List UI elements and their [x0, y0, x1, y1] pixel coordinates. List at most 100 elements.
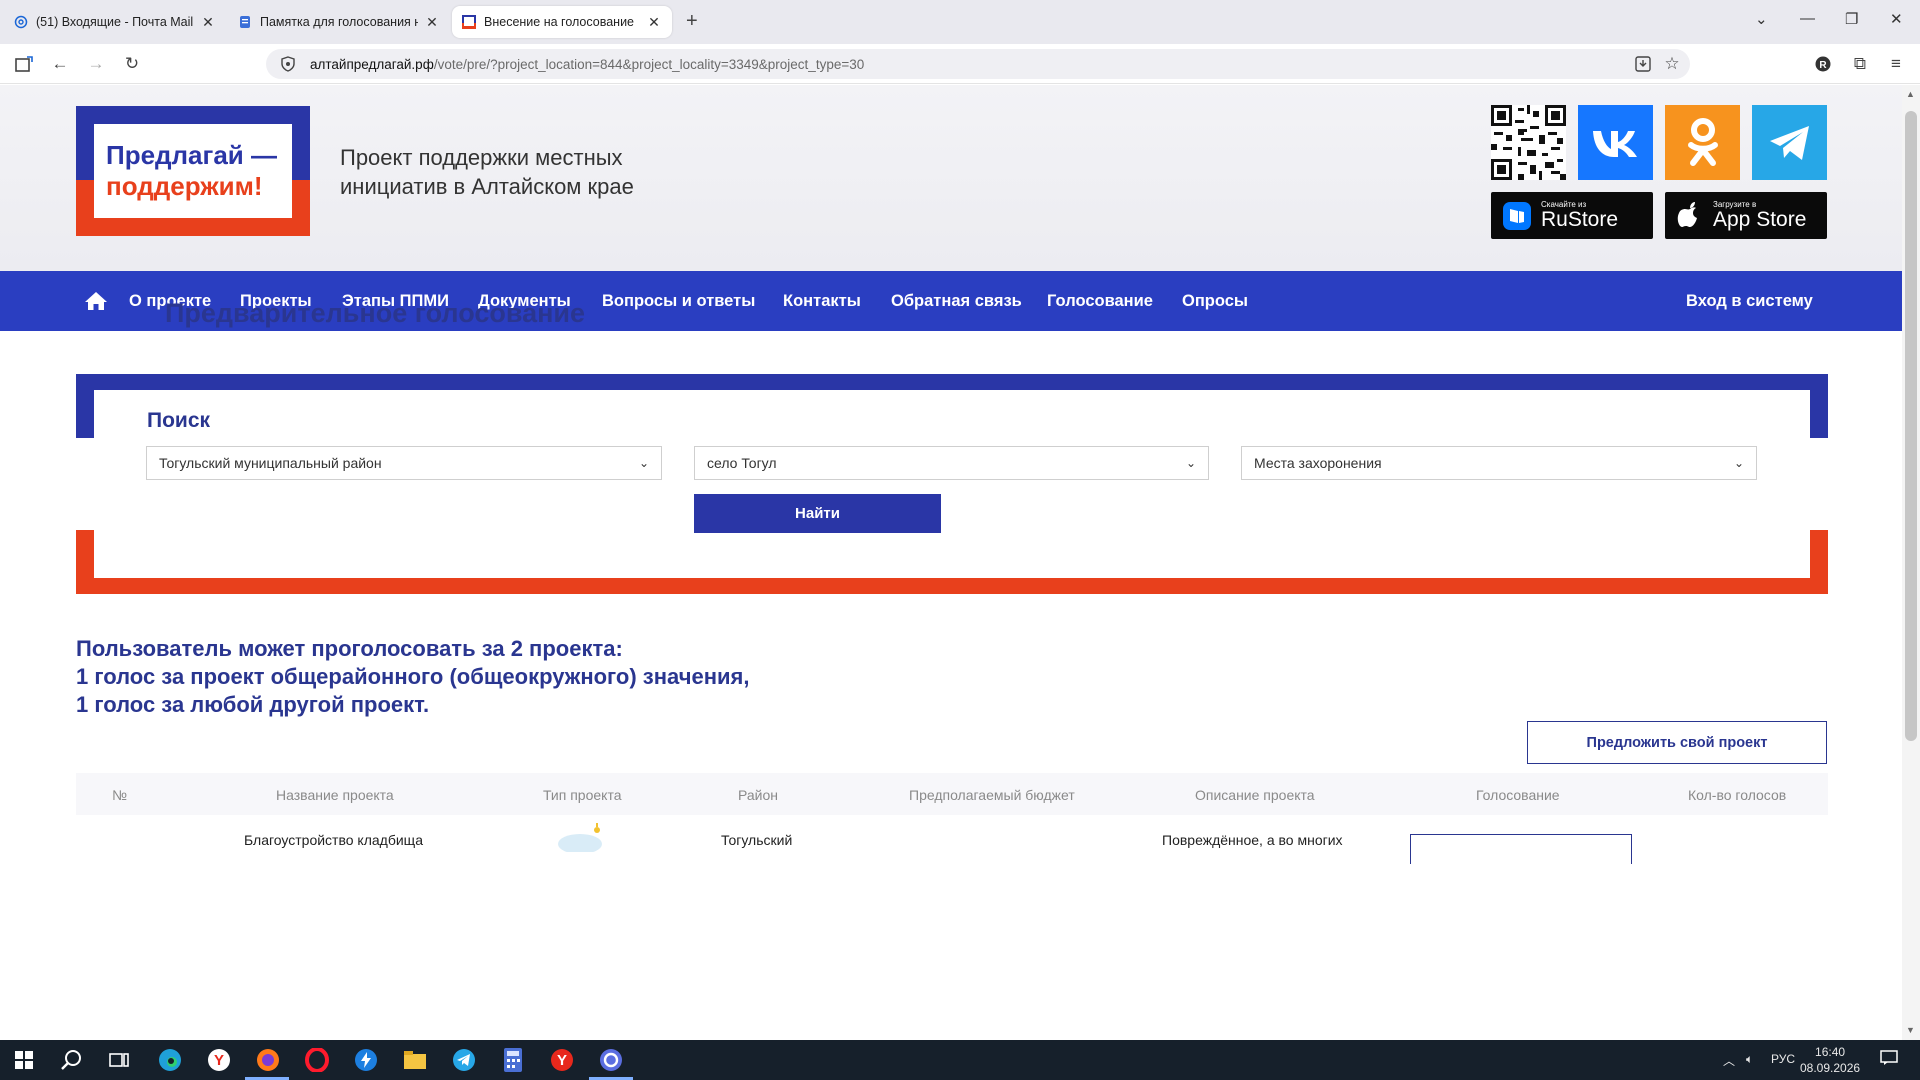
- rustore-big-text: RuStore: [1541, 208, 1619, 231]
- calculator-icon[interactable]: [500, 1048, 526, 1072]
- district-select-value: Тогульский муниципальный район: [159, 455, 382, 471]
- extensions-icon[interactable]: ⧉: [1848, 52, 1872, 76]
- column-voting: Голосование: [1476, 787, 1560, 803]
- locality-select[interactable]: село Тогул ⌄: [694, 446, 1209, 480]
- messenger-app-icon[interactable]: [598, 1048, 624, 1072]
- project-type-image-icon: [558, 823, 602, 852]
- tab-voting[interactable]: Внесение на голосование ✕: [452, 6, 672, 38]
- column-vote-count: Кол-во голосов: [1688, 787, 1787, 803]
- vk-button[interactable]: [1578, 105, 1653, 180]
- logo-line1: Предлагай —: [106, 140, 278, 170]
- find-button[interactable]: Найти: [694, 494, 941, 533]
- yandex-browser-icon[interactable]: Y: [206, 1048, 232, 1072]
- scroll-up-icon[interactable]: ▲: [1906, 89, 1915, 99]
- scroll-thumb[interactable]: [1905, 111, 1917, 741]
- url-path: /vote/pre/?project_location=844&project_…: [433, 56, 865, 72]
- firefox-icon[interactable]: [255, 1048, 281, 1072]
- close-window-icon[interactable]: ✕: [1890, 10, 1903, 28]
- menu-icon[interactable]: ≡: [1884, 52, 1908, 76]
- yandex-app-icon[interactable]: Y: [549, 1048, 575, 1072]
- chevron-down-icon: ⌄: [638, 456, 649, 470]
- apple-icon: [1677, 201, 1697, 227]
- telegram-button[interactable]: [1752, 105, 1827, 180]
- nav-feedback[interactable]: Обратная связь: [891, 292, 1022, 311]
- vk-icon: [1592, 130, 1637, 157]
- site-tagline: Проект поддержки местных инициатив в Алт…: [340, 143, 634, 201]
- forward-arrow-icon[interactable]: →: [84, 52, 108, 76]
- row1-district: Тогульский: [721, 832, 793, 848]
- column-number: №: [112, 787, 128, 803]
- restore-icon[interactable]: ❐: [1845, 10, 1858, 28]
- tagline-line2: инициатив в Алтайском крае: [340, 174, 634, 199]
- site-header: Предлагай — поддержим! Проект поддержки …: [0, 85, 1902, 271]
- logo-line2: поддержим!: [106, 171, 263, 201]
- tab-list-chevron-icon[interactable]: ⌄: [1755, 10, 1768, 28]
- rustore-button[interactable]: Скачайте из RuStore: [1491, 192, 1653, 239]
- appstore-button[interactable]: Загрузите в App Store: [1665, 192, 1827, 239]
- profile-icon[interactable]: R: [1811, 52, 1835, 76]
- propose-project-button[interactable]: Предложить свой проект: [1527, 721, 1827, 764]
- new-tab-icon[interactable]: +: [686, 10, 698, 33]
- lightning-app-icon[interactable]: [353, 1048, 379, 1072]
- volume-icon[interactable]: 🔈︎: [1746, 1052, 1753, 1067]
- nav-faq[interactable]: Вопросы и ответы: [602, 292, 755, 311]
- reload-icon[interactable]: ↻: [120, 52, 144, 76]
- tray-chevron-up-icon[interactable]: ︿: [1723, 1052, 1735, 1069]
- column-type: Тип проекта: [543, 787, 622, 803]
- close-tab-icon[interactable]: ✕: [424, 14, 440, 31]
- telegram-app-icon[interactable]: [451, 1048, 477, 1072]
- browser-toolbar: ← → ↻ алтайпредлагай.рф/vote/pre/?projec…: [0, 44, 1920, 84]
- odnoklassniki-button[interactable]: [1665, 105, 1740, 180]
- notice-line3: 1 голос за любой другой проект.: [76, 692, 430, 717]
- nav-voting[interactable]: Голосование: [1047, 292, 1153, 311]
- system-clock[interactable]: 16:40 08.09.2026: [1800, 1044, 1860, 1076]
- task-view-icon[interactable]: [106, 1048, 132, 1072]
- scroll-down-icon[interactable]: ▼: [1906, 1025, 1915, 1035]
- project-type-select[interactable]: Места захоронения ⌄: [1241, 446, 1757, 480]
- odnoklassniki-icon: [1687, 117, 1718, 166]
- opera-icon[interactable]: [304, 1048, 330, 1072]
- close-tab-icon[interactable]: ✕: [646, 14, 662, 31]
- file-explorer-icon[interactable]: [402, 1048, 428, 1072]
- minimize-icon[interactable]: —: [1800, 10, 1815, 27]
- windows-start-icon[interactable]: [11, 1048, 37, 1072]
- column-budget: Предполагаемый бюджет: [909, 787, 1075, 803]
- input-language[interactable]: РУС: [1771, 1052, 1795, 1066]
- notifications-icon[interactable]: [1880, 1050, 1898, 1069]
- district-select[interactable]: Тогульский муниципальный район ⌄: [146, 446, 662, 480]
- home-icon[interactable]: [84, 291, 108, 311]
- edge-browser-icon[interactable]: [157, 1048, 183, 1072]
- tab-label: Внесение на голосование: [484, 15, 635, 29]
- sidebar-toggle-icon[interactable]: [12, 52, 36, 76]
- mail-at-icon: [14, 15, 28, 29]
- search-panel: [76, 374, 1828, 594]
- nav-login[interactable]: Вход в систему: [1686, 292, 1813, 311]
- nav-contacts[interactable]: Контакты: [783, 292, 861, 311]
- notice-line2: 1 голос за проект общерайонного (общеокр…: [76, 664, 750, 689]
- appstore-big-text: App Store: [1713, 208, 1807, 231]
- telegram-icon: [1769, 125, 1809, 160]
- qr-code-icon[interactable]: [1491, 105, 1566, 180]
- back-arrow-icon[interactable]: ←: [48, 52, 72, 76]
- address-bar[interactable]: алтайпредлагай.рф/vote/pre/?project_loca…: [266, 49, 1690, 79]
- nav-polls[interactable]: Опросы: [1182, 292, 1248, 311]
- browser-tab-bar: (51) Входящие - Почта Mail ✕ Памятка для…: [0, 0, 1920, 44]
- project-type-select-value: Места захоронения: [1254, 455, 1382, 471]
- tab-label: Памятка для голосования на с: [260, 15, 418, 29]
- row1-project-name[interactable]: Благоустройство кладбища: [244, 832, 423, 848]
- close-tab-icon[interactable]: ✕: [200, 14, 216, 31]
- bookmark-star-icon[interactable]: ☆: [1660, 52, 1684, 76]
- tab-mail[interactable]: (51) Входящие - Почта Mail ✕: [4, 6, 226, 38]
- page-scrollbar[interactable]: ▲ ▼: [1902, 85, 1920, 1040]
- vote-button[interactable]: [1410, 834, 1632, 864]
- site-logo[interactable]: Предлагай — поддержим!: [76, 106, 310, 236]
- download-page-icon[interactable]: [1631, 52, 1655, 76]
- windows-taskbar: Y Y: [0, 1040, 1920, 1080]
- logo-text-box: Предлагай — поддержим!: [94, 124, 292, 218]
- search-frame-inner: [94, 390, 1810, 578]
- tab-memo[interactable]: Памятка для голосования на с ✕: [228, 6, 450, 38]
- clock-time: 16:40: [1815, 1045, 1846, 1059]
- search-icon[interactable]: [59, 1048, 85, 1072]
- locality-select-value: село Тогул: [707, 455, 777, 471]
- chevron-down-icon: ⌄: [1733, 456, 1744, 470]
